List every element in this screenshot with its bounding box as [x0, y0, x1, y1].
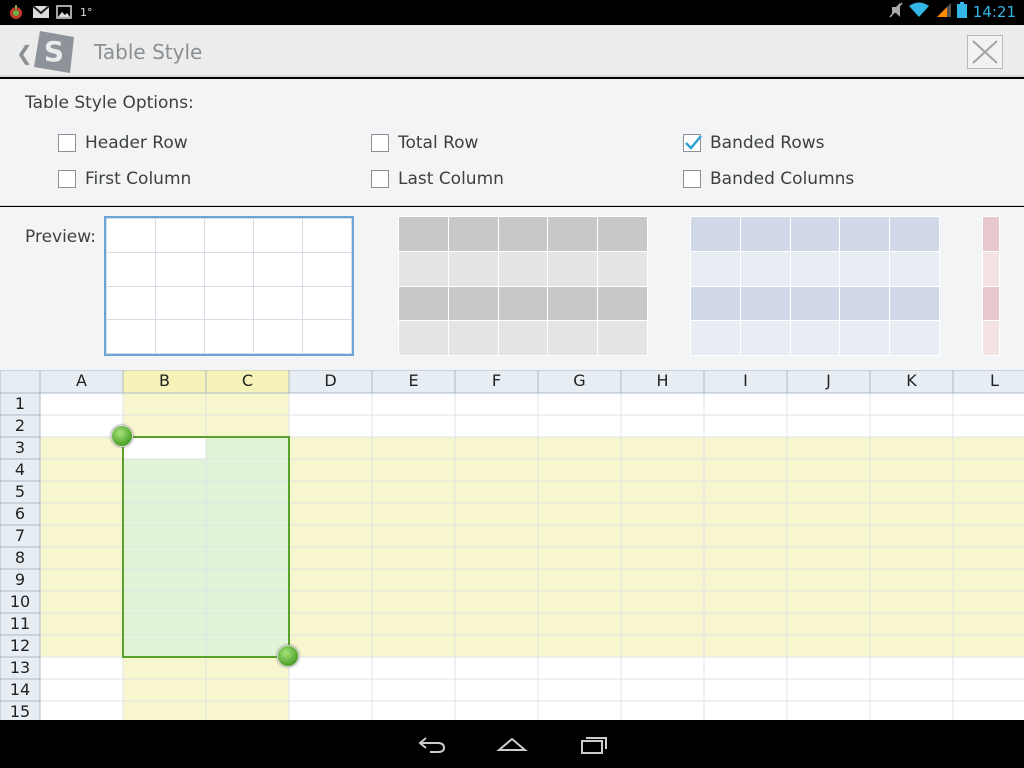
banded-columns-label: Banded Columns [710, 169, 855, 189]
selection-end-handle[interactable] [277, 645, 299, 667]
signal-icon [935, 2, 951, 22]
options-heading: Table Style Options: [25, 93, 194, 113]
preview-label: Preview: [25, 227, 96, 247]
row-label-13[interactable]: 13 [0, 657, 40, 679]
total-row-option[interactable]: Total Row [371, 133, 478, 153]
preview-style-red[interactable] [982, 216, 1000, 356]
last-column-label: Last Column [398, 169, 504, 189]
selection-start-handle[interactable] [111, 425, 133, 447]
last-column-checkbox[interactable] [371, 170, 389, 188]
row-label-4[interactable]: 4 [0, 459, 40, 481]
app-logo-letter: S [44, 35, 64, 68]
close-button[interactable] [967, 35, 1003, 69]
header-row-label: Header Row [85, 133, 188, 153]
spreadsheet-grid[interactable]: A B C D E F G H I J K L 1 2 3 4 5 6 7 8 9 10 11 12 13 14 15 [0, 370, 1024, 720]
corner-cell [0, 370, 41, 394]
column-label-A[interactable]: A [40, 370, 123, 392]
column-label-H[interactable]: H [621, 370, 704, 392]
row-label-15[interactable]: 15 [0, 701, 40, 720]
gmail-icon [32, 4, 50, 20]
preview-panel: Preview: [0, 207, 1024, 370]
wifi-icon [908, 2, 929, 22]
column-label-I[interactable]: I [704, 370, 787, 392]
header-row-option[interactable]: Header Row [58, 133, 188, 153]
row-label-6[interactable]: 6 [0, 503, 40, 525]
banded-rows-checkbox[interactable] [683, 134, 702, 152]
row-label-12[interactable]: 12 [0, 635, 40, 657]
column-label-L[interactable]: L [953, 370, 1024, 392]
column-label-J[interactable]: J [787, 370, 870, 392]
banded-columns-checkbox[interactable] [683, 170, 701, 188]
banded-rows-label: Banded Rows [710, 133, 825, 153]
battery-icon [956, 2, 967, 22]
row-label-10[interactable]: 10 [0, 591, 40, 613]
navigation-bar [0, 720, 1024, 768]
row-label-11[interactable]: 11 [0, 613, 40, 635]
gallery-icon [56, 4, 72, 20]
column-label-B[interactable]: B [123, 370, 206, 392]
grid-canvas [0, 370, 1024, 720]
column-label-E[interactable]: E [372, 370, 455, 392]
preview-style-plain[interactable] [104, 216, 354, 356]
banded-rows-option[interactable]: Banded Rows [683, 133, 825, 153]
close-icon [972, 40, 998, 64]
row-label-14[interactable]: 14 [0, 679, 40, 701]
total-row-label: Total Row [398, 133, 479, 153]
page-title: Table Style [94, 40, 203, 64]
checkmark-icon [685, 135, 702, 150]
home-icon[interactable] [496, 732, 528, 756]
header-row-checkbox[interactable] [58, 134, 76, 152]
column-label-G[interactable]: G [538, 370, 621, 392]
app-logo[interactable]: S [30, 29, 78, 75]
app-notification-icon [8, 4, 24, 20]
active-cell [123, 437, 206, 459]
row-label-8[interactable]: 8 [0, 547, 40, 569]
status-bar: 1° 14:21 [0, 0, 1024, 25]
column-label-F[interactable]: F [455, 370, 538, 392]
row-label-1[interactable]: 1 [0, 393, 40, 415]
row-label-9[interactable]: 9 [0, 569, 40, 591]
total-row-checkbox[interactable] [371, 134, 389, 152]
notification-text: 1° [80, 5, 93, 19]
row-label-2[interactable]: 2 [0, 415, 40, 437]
row-label-7[interactable]: 7 [0, 525, 40, 547]
first-column-option[interactable]: First Column [58, 169, 191, 189]
row-label-3[interactable]: 3 [0, 437, 40, 459]
banded-columns-option[interactable]: Banded Columns [683, 169, 854, 189]
first-column-label: First Column [85, 169, 192, 189]
table-style-options-panel: Table Style Options: Header Row Total Ro… [0, 79, 1024, 206]
clock: 14:21 [972, 3, 1016, 21]
last-column-option[interactable]: Last Column [371, 169, 504, 189]
first-column-checkbox[interactable] [58, 170, 76, 188]
row-label-5[interactable]: 5 [0, 481, 40, 503]
recent-apps-icon[interactable] [578, 732, 610, 756]
column-label-K[interactable]: K [870, 370, 953, 392]
column-label-D[interactable]: D [289, 370, 372, 392]
column-label-C[interactable]: C [206, 370, 289, 392]
preview-style-blue[interactable] [690, 216, 940, 356]
title-bar: ❮ S Table Style [0, 25, 1024, 77]
mute-icon [889, 2, 903, 22]
back-icon[interactable] [416, 732, 448, 756]
preview-style-gray[interactable] [398, 216, 648, 356]
